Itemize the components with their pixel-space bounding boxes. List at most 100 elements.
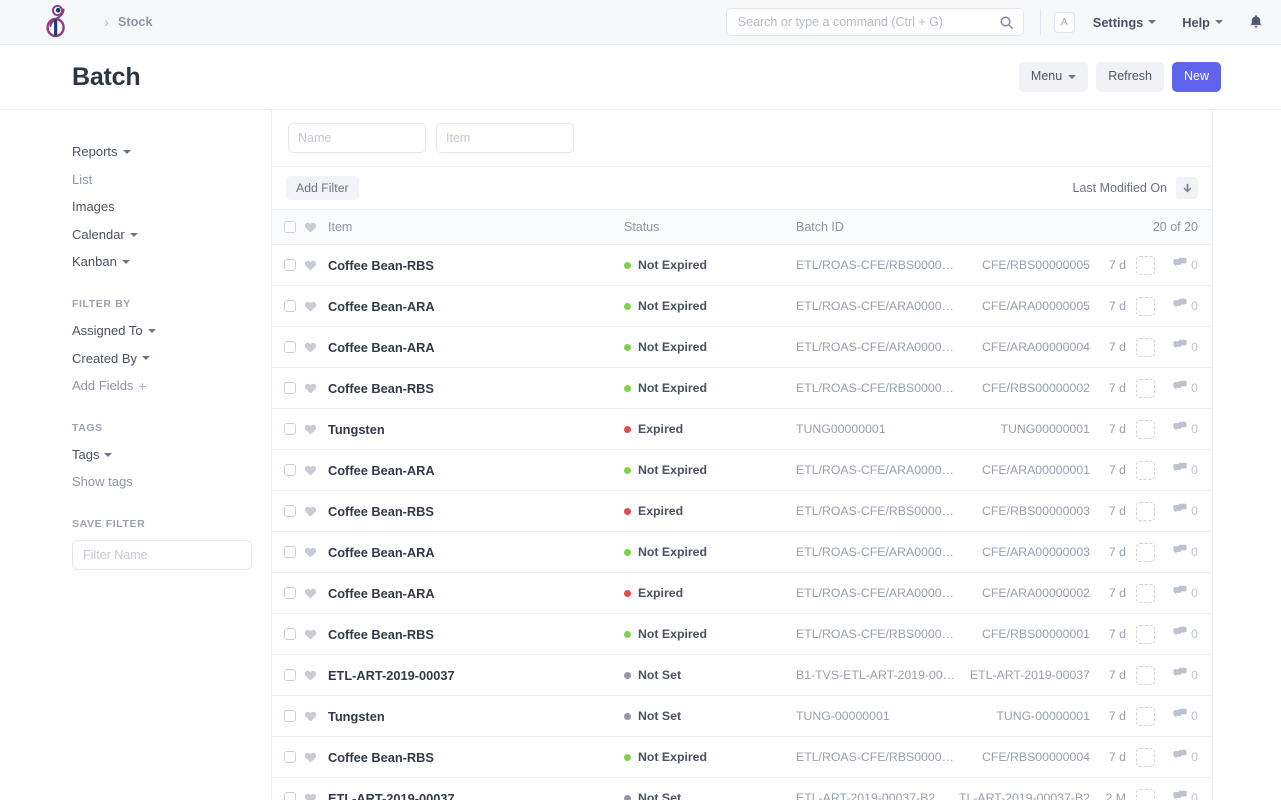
standard-filter-item-input[interactable]: [436, 123, 574, 153]
search-input[interactable]: [736, 14, 999, 30]
row-checkbox[interactable]: [284, 751, 296, 763]
row-checkbox[interactable]: [284, 341, 296, 353]
assignment-cell[interactable]: [1128, 666, 1162, 685]
assignment-cell[interactable]: [1128, 707, 1162, 726]
refresh-button[interactable]: Refresh: [1096, 62, 1164, 92]
like-icon[interactable]: [304, 751, 324, 764]
comment-cell[interactable]: 0: [1162, 298, 1198, 314]
avatar[interactable]: A: [1054, 12, 1075, 33]
row-checkbox[interactable]: [284, 259, 296, 271]
row-checkbox[interactable]: [284, 382, 296, 394]
table-row[interactable]: Coffee Bean-RBSNot ExpiredETL/ROAS-CFE/R…: [272, 245, 1212, 286]
search-icon[interactable]: [999, 15, 1014, 30]
assign-placeholder-icon[interactable]: [1136, 789, 1155, 800]
comment-cell[interactable]: 0: [1162, 749, 1198, 765]
assignment-cell[interactable]: [1128, 338, 1162, 357]
table-row[interactable]: Coffee Bean-ARANot ExpiredETL/ROAS-CFE/A…: [272, 450, 1212, 491]
like-icon[interactable]: [304, 628, 324, 641]
table-row[interactable]: TungstenNot SetTUNG-00000001TUNG-0000000…: [272, 696, 1212, 737]
comment-cell[interactable]: 0: [1162, 257, 1198, 273]
assignment-cell[interactable]: [1128, 461, 1162, 480]
comment-cell[interactable]: 0: [1162, 626, 1198, 642]
assign-placeholder-icon[interactable]: [1136, 748, 1155, 767]
assignment-cell[interactable]: [1128, 584, 1162, 603]
row-item-name[interactable]: Coffee Bean-ARA: [324, 545, 624, 560]
assign-placeholder-icon[interactable]: [1136, 420, 1155, 439]
table-row[interactable]: Coffee Bean-ARAExpiredETL/ROAS-CFE/ARA00…: [272, 573, 1212, 614]
table-row[interactable]: Coffee Bean-ARANot ExpiredETL/ROAS-CFE/A…: [272, 532, 1212, 573]
assign-placeholder-icon[interactable]: [1136, 461, 1155, 480]
search-box[interactable]: [726, 8, 1024, 36]
row-checkbox[interactable]: [284, 300, 296, 312]
row-checkbox[interactable]: [284, 587, 296, 599]
table-row[interactable]: Coffee Bean-ARANot ExpiredETL/ROAS-CFE/A…: [272, 327, 1212, 368]
row-checkbox[interactable]: [284, 628, 296, 640]
table-row[interactable]: Coffee Bean-ARANot ExpiredETL/ROAS-CFE/A…: [272, 286, 1212, 327]
like-icon[interactable]: [304, 259, 324, 272]
add-filter-button[interactable]: Add Filter: [286, 176, 359, 200]
row-item-name[interactable]: Coffee Bean-RBS: [324, 381, 624, 396]
like-icon[interactable]: [304, 669, 324, 682]
assign-placeholder-icon[interactable]: [1136, 584, 1155, 603]
sidebar-item-images[interactable]: Images: [72, 193, 271, 221]
assignment-cell[interactable]: [1128, 420, 1162, 439]
assign-placeholder-icon[interactable]: [1136, 256, 1155, 275]
row-checkbox[interactable]: [284, 792, 296, 800]
sidebar-item-list[interactable]: List: [72, 166, 271, 194]
like-icon[interactable]: [304, 300, 324, 313]
table-row[interactable]: Coffee Bean-RBSExpiredETL/ROAS-CFE/RBS00…: [272, 491, 1212, 532]
select-all-checkbox[interactable]: [284, 221, 296, 233]
assign-placeholder-icon[interactable]: [1136, 707, 1155, 726]
assignment-cell[interactable]: [1128, 543, 1162, 562]
table-row[interactable]: Coffee Bean-RBSNot ExpiredETL/ROAS-CFE/R…: [272, 614, 1212, 655]
assignment-cell[interactable]: [1128, 256, 1162, 275]
settings-menu[interactable]: Settings: [1087, 11, 1162, 34]
sidebar-item-assigned-to[interactable]: Assigned To: [72, 317, 271, 345]
filter-name-input[interactable]: [72, 540, 252, 570]
sort-selector[interactable]: Last Modified On: [1073, 181, 1168, 195]
like-icon[interactable]: [304, 341, 324, 354]
comment-cell[interactable]: 0: [1162, 503, 1198, 519]
comment-cell[interactable]: 0: [1162, 380, 1198, 396]
sidebar-item-created-by[interactable]: Created By: [72, 345, 271, 373]
like-icon[interactable]: [304, 587, 324, 600]
assignment-cell[interactable]: [1128, 789, 1162, 800]
table-row[interactable]: TungstenExpiredTUNG00000001TUNG000000017…: [272, 409, 1212, 450]
row-checkbox[interactable]: [284, 669, 296, 681]
menu-button[interactable]: Menu: [1019, 62, 1088, 92]
like-icon[interactable]: [304, 382, 324, 395]
row-item-name[interactable]: Coffee Bean-ARA: [324, 463, 624, 478]
assign-placeholder-icon[interactable]: [1136, 625, 1155, 644]
sidebar-item-kanban[interactable]: Kanban: [72, 248, 271, 276]
like-icon[interactable]: [304, 423, 324, 436]
table-row[interactable]: ETL-ART-2019-00037Not SetETL-ART-2019-00…: [272, 778, 1212, 800]
comment-cell[interactable]: 0: [1162, 462, 1198, 478]
assignment-cell[interactable]: [1128, 297, 1162, 316]
column-header-status[interactable]: Status: [624, 220, 796, 234]
standard-filter-name-input[interactable]: [288, 123, 426, 153]
sidebar-item-add-fields[interactable]: Add Fields +: [72, 372, 271, 400]
row-item-name[interactable]: Coffee Bean-RBS: [324, 627, 624, 642]
row-item-name[interactable]: ETL-ART-2019-00037: [324, 791, 624, 800]
row-checkbox[interactable]: [284, 505, 296, 517]
sort-direction-button[interactable]: [1176, 177, 1198, 199]
comment-cell[interactable]: 0: [1162, 544, 1198, 560]
like-icon[interactable]: [304, 710, 324, 723]
row-item-name[interactable]: Coffee Bean-RBS: [324, 258, 624, 273]
assignment-cell[interactable]: [1128, 379, 1162, 398]
row-item-name[interactable]: Coffee Bean-ARA: [324, 340, 624, 355]
row-item-name[interactable]: Coffee Bean-ARA: [324, 299, 624, 314]
table-row[interactable]: Coffee Bean-RBSNot ExpiredETL/ROAS-CFE/R…: [272, 368, 1212, 409]
breadcrumb-item-stock[interactable]: Stock: [118, 15, 153, 29]
sidebar-item-reports[interactable]: Reports: [72, 138, 271, 166]
row-item-name[interactable]: Tungsten: [324, 709, 624, 724]
assignment-cell[interactable]: [1128, 748, 1162, 767]
comment-cell[interactable]: 0: [1162, 585, 1198, 601]
table-row[interactable]: Coffee Bean-RBSNot ExpiredETL/ROAS-CFE/R…: [272, 737, 1212, 778]
assignment-cell[interactable]: [1128, 502, 1162, 521]
new-button[interactable]: New: [1172, 62, 1221, 92]
like-icon[interactable]: [304, 505, 324, 518]
comment-cell[interactable]: 0: [1162, 421, 1198, 437]
like-icon[interactable]: [304, 464, 324, 477]
assignment-cell[interactable]: [1128, 625, 1162, 644]
